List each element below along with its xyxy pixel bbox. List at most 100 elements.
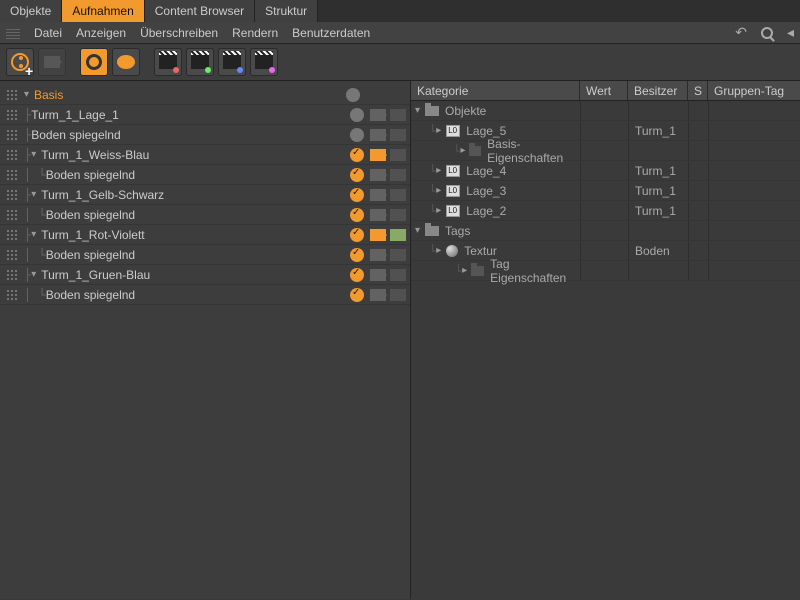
menu-anzeigen[interactable]: Anzeigen: [76, 26, 126, 40]
menu-datei[interactable]: Datei: [34, 26, 62, 40]
cell-gruppentag[interactable]: [708, 241, 800, 260]
cell-s[interactable]: [688, 161, 708, 180]
status-gray-icon[interactable]: [350, 108, 364, 122]
col-gruppentag[interactable]: Gruppen-Tag: [708, 81, 800, 100]
tool-slate-2[interactable]: [186, 48, 214, 76]
disclosure-icon[interactable]: ▾: [31, 269, 39, 280]
cell-wert[interactable]: [580, 201, 628, 220]
drag-handle-icon[interactable]: [6, 209, 18, 221]
status-check-icon[interactable]: [350, 268, 364, 282]
cell-wert[interactable]: [580, 181, 628, 200]
disclosure-icon[interactable]: ▸: [436, 205, 444, 216]
camera-mini-icon[interactable]: [370, 189, 386, 201]
camera-mini-icon[interactable]: [370, 129, 386, 141]
disclosure-icon[interactable]: ▸: [436, 185, 444, 196]
table-row[interactable]: └▸L0Lage_2Turm_1: [411, 201, 800, 221]
camera-mini-icon[interactable]: [370, 289, 386, 301]
drag-handle-icon[interactable]: [6, 169, 18, 181]
cell-wert[interactable]: [580, 141, 628, 160]
tree-root[interactable]: ▾ Basis: [0, 85, 410, 105]
drag-handle-icon[interactable]: [6, 89, 18, 101]
status-check-icon[interactable]: [350, 228, 364, 242]
disclosure-icon[interactable]: ▸: [436, 125, 444, 136]
tab-objekte[interactable]: Objekte: [0, 0, 62, 22]
cell-gruppentag[interactable]: [708, 161, 800, 180]
camera-mini-icon[interactable]: [370, 229, 386, 241]
cell-s[interactable]: [688, 121, 708, 140]
clapper-mini-icon[interactable]: [390, 189, 406, 201]
status-check-icon[interactable]: [350, 148, 364, 162]
cell-wert[interactable]: [580, 161, 628, 180]
undo-icon[interactable]: ↶: [735, 24, 747, 41]
tab-aufnahmen[interactable]: Aufnahmen: [62, 0, 144, 22]
menu-rendern[interactable]: Rendern: [232, 26, 278, 40]
col-wert[interactable]: Wert: [580, 81, 628, 100]
cell-s[interactable]: [688, 141, 708, 160]
drag-handle-icon[interactable]: [6, 229, 18, 241]
cell-s[interactable]: [688, 181, 708, 200]
drag-handle-icon[interactable]: [6, 249, 18, 261]
cell-gruppentag[interactable]: [708, 101, 800, 120]
cell-s[interactable]: [688, 201, 708, 220]
clapper-mini-icon[interactable]: [390, 109, 406, 121]
cell-wert[interactable]: [580, 261, 628, 280]
tab-struktur[interactable]: Struktur: [255, 0, 318, 22]
panel-menu-icon[interactable]: ◂: [787, 24, 794, 41]
table-row[interactable]: ▾Objekte: [411, 101, 800, 121]
cell-s[interactable]: [688, 101, 708, 120]
drag-handle-icon[interactable]: [6, 189, 18, 201]
camera-mini-icon[interactable]: [370, 149, 386, 161]
drag-handle-icon[interactable]: [6, 289, 18, 301]
disclosure-icon[interactable]: ▸: [436, 245, 444, 256]
tree-row[interactable]: │ └Boden spiegelnd: [0, 165, 410, 185]
clapper-mini-icon[interactable]: [390, 269, 406, 281]
cell-gruppentag[interactable]: [708, 181, 800, 200]
status-check-icon[interactable]: [350, 208, 364, 222]
clapper-mini-icon[interactable]: [390, 289, 406, 301]
cell-s[interactable]: [688, 221, 708, 240]
tree-row[interactable]: ├▾Turm_1_Rot-Violett: [0, 225, 410, 245]
drag-handle-icon[interactable]: [6, 109, 18, 121]
camera-mini-icon[interactable]: [370, 169, 386, 181]
status-check-icon[interactable]: [350, 168, 364, 182]
cell-gruppentag[interactable]: [708, 221, 800, 240]
col-s[interactable]: S: [688, 81, 708, 100]
search-icon[interactable]: [761, 27, 773, 39]
camera-mini-icon[interactable]: [370, 209, 386, 221]
menu-ueberschreiben[interactable]: Überschreiben: [140, 26, 218, 40]
cell-gruppentag[interactable]: [708, 201, 800, 220]
clapper-mini-icon[interactable]: [390, 229, 406, 241]
disclosure-icon[interactable]: ▾: [31, 189, 39, 200]
clapper-mini-icon[interactable]: [390, 149, 406, 161]
table-row[interactable]: └▸L0Lage_3Turm_1: [411, 181, 800, 201]
cell-s[interactable]: [688, 261, 708, 280]
tree-row[interactable]: │ └Boden spiegelnd: [0, 285, 410, 305]
tree-row[interactable]: │ └Boden spiegelnd: [0, 205, 410, 225]
status-check-icon[interactable]: [350, 188, 364, 202]
disclosure-icon[interactable]: ▾: [31, 149, 39, 160]
tool-slate-1[interactable]: [154, 48, 182, 76]
tree-row[interactable]: ├▾Turm_1_Gelb-Schwarz: [0, 185, 410, 205]
cell-gruppentag[interactable]: [708, 141, 800, 160]
camera-mini-icon[interactable]: [370, 109, 386, 121]
cell-s[interactable]: [688, 241, 708, 260]
clapper-mini-icon[interactable]: [390, 129, 406, 141]
tool-blend[interactable]: [112, 48, 140, 76]
tool-slate-4[interactable]: [250, 48, 278, 76]
status-check-icon[interactable]: [350, 248, 364, 262]
tree-row[interactable]: ├▾Turm_1_Gruen-Blau: [0, 265, 410, 285]
cell-gruppentag[interactable]: [708, 261, 800, 280]
disclosure-icon[interactable]: ▸: [462, 265, 469, 276]
status-dot-icon[interactable]: [346, 88, 360, 102]
clapper-mini-icon[interactable]: [390, 169, 406, 181]
drag-handle-icon[interactable]: [6, 149, 18, 161]
cell-wert[interactable]: [580, 121, 628, 140]
col-kategorie[interactable]: Kategorie: [411, 81, 580, 100]
cell-wert[interactable]: [580, 221, 628, 240]
cell-wert[interactable]: [580, 101, 628, 120]
disclosure-icon[interactable]: ▾: [31, 229, 39, 240]
tree-row[interactable]: ├▾Turm_1_Weiss-Blau: [0, 145, 410, 165]
tool-new-camera[interactable]: [38, 48, 66, 76]
camera-mini-icon[interactable]: [370, 269, 386, 281]
table-row[interactable]: ▾Tags: [411, 221, 800, 241]
